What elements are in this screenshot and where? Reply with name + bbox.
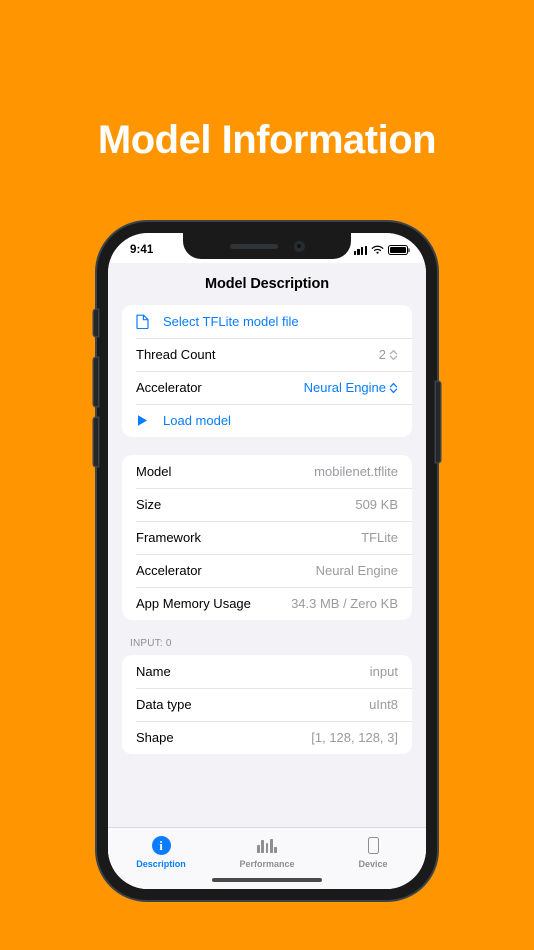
table-row: Data type uInt8	[122, 688, 412, 721]
front-camera-icon	[293, 240, 305, 252]
phone-mockup: 9:41 Model Description Select TFLite mod…	[94, 222, 440, 900]
accelerator-label: Accelerator	[136, 380, 202, 395]
speaker-grille-icon	[229, 243, 278, 249]
table-row: Name input	[122, 655, 412, 688]
tab-performance-label: Performance	[239, 859, 295, 869]
mute-switch-button[interactable]	[94, 310, 98, 336]
phone-icon	[367, 835, 379, 855]
nav-title: Model Description	[205, 276, 329, 292]
thread-count-label: Thread Count	[136, 347, 216, 362]
model-setup-card: Select TFLite model file Thread Count 2	[122, 305, 412, 437]
scroll-content[interactable]: Select TFLite model file Thread Count 2	[108, 305, 426, 889]
input-label: Shape	[136, 730, 174, 745]
info-value: mobilenet.tflite	[314, 464, 398, 479]
home-indicator[interactable]	[212, 878, 322, 882]
info-value: 509 KB	[355, 497, 398, 512]
thread-count-row[interactable]: Thread Count 2	[122, 338, 412, 371]
info-label: Model	[136, 464, 172, 479]
info-label: Accelerator	[136, 563, 202, 578]
page-title: Model Information	[97, 118, 437, 162]
volume-down-button[interactable]	[94, 418, 98, 466]
tab-device[interactable]: Device	[320, 828, 426, 889]
document-icon	[136, 314, 149, 330]
input-section-header: INPUT: 0	[130, 638, 172, 649]
play-icon	[136, 414, 149, 427]
nav-header: Model Description	[108, 263, 426, 305]
select-model-file-label: Select TFLite model file	[163, 314, 299, 329]
table-row: Size 509 KB	[122, 488, 412, 521]
signal-bars-icon	[353, 245, 367, 255]
info-value: 34.3 MB / Zero KB	[291, 596, 398, 611]
select-model-file-button[interactable]: Select TFLite model file	[122, 305, 412, 338]
info-label: Size	[136, 497, 162, 512]
thread-count-value-group[interactable]: 2	[379, 347, 398, 362]
volume-up-button[interactable]	[94, 358, 98, 406]
status-bar-icons	[353, 245, 408, 255]
info-label: Framework	[136, 530, 202, 545]
load-model-button[interactable]: Load model	[122, 404, 412, 437]
power-button[interactable]	[436, 382, 440, 462]
input-info-card: Name input Data type uInt8 Shape [1, 128…	[122, 655, 412, 754]
accelerator-selector-row[interactable]: Accelerator Neural Engine	[122, 371, 412, 404]
info-circle-icon: i	[151, 835, 171, 855]
input-value: [1, 128, 128, 3]	[311, 730, 398, 745]
table-row: Accelerator Neural Engine	[122, 554, 412, 587]
thread-count-value: 2	[378, 347, 386, 362]
tab-description-label: Description	[136, 859, 186, 869]
accelerator-value-group[interactable]: Neural Engine	[304, 380, 398, 395]
input-value: input	[369, 664, 398, 679]
accelerator-value: Neural Engine	[303, 380, 386, 395]
model-info-card: Model mobilenet.tflite Size 509 KB Frame…	[122, 455, 412, 620]
info-value: Neural Engine	[315, 563, 398, 578]
info-label: App Memory Usage	[136, 596, 251, 611]
info-value: TFLite	[361, 530, 398, 545]
table-row: App Memory Usage 34.3 MB / Zero KB	[122, 587, 412, 620]
load-model-label: Load model	[163, 413, 231, 428]
table-row: Framework TFLite	[122, 521, 412, 554]
status-bar-time: 9:41	[130, 244, 154, 256]
bar-chart-icon	[256, 835, 278, 855]
chevron-up-down-icon[interactable]	[389, 382, 398, 394]
chevron-up-down-icon[interactable]	[389, 349, 398, 361]
notch	[183, 233, 351, 259]
input-label: Data type	[136, 697, 192, 712]
tab-device-label: Device	[358, 859, 388, 869]
battery-full-icon	[388, 245, 408, 255]
input-value: uInt8	[369, 697, 398, 712]
table-row: Shape [1, 128, 128, 3]	[122, 721, 412, 754]
wifi-icon	[371, 245, 384, 254]
phone-screen: 9:41 Model Description Select TFLite mod…	[108, 233, 426, 889]
table-row: Model mobilenet.tflite	[122, 455, 412, 488]
tab-description[interactable]: i Description	[108, 828, 214, 889]
input-label: Name	[136, 664, 171, 679]
